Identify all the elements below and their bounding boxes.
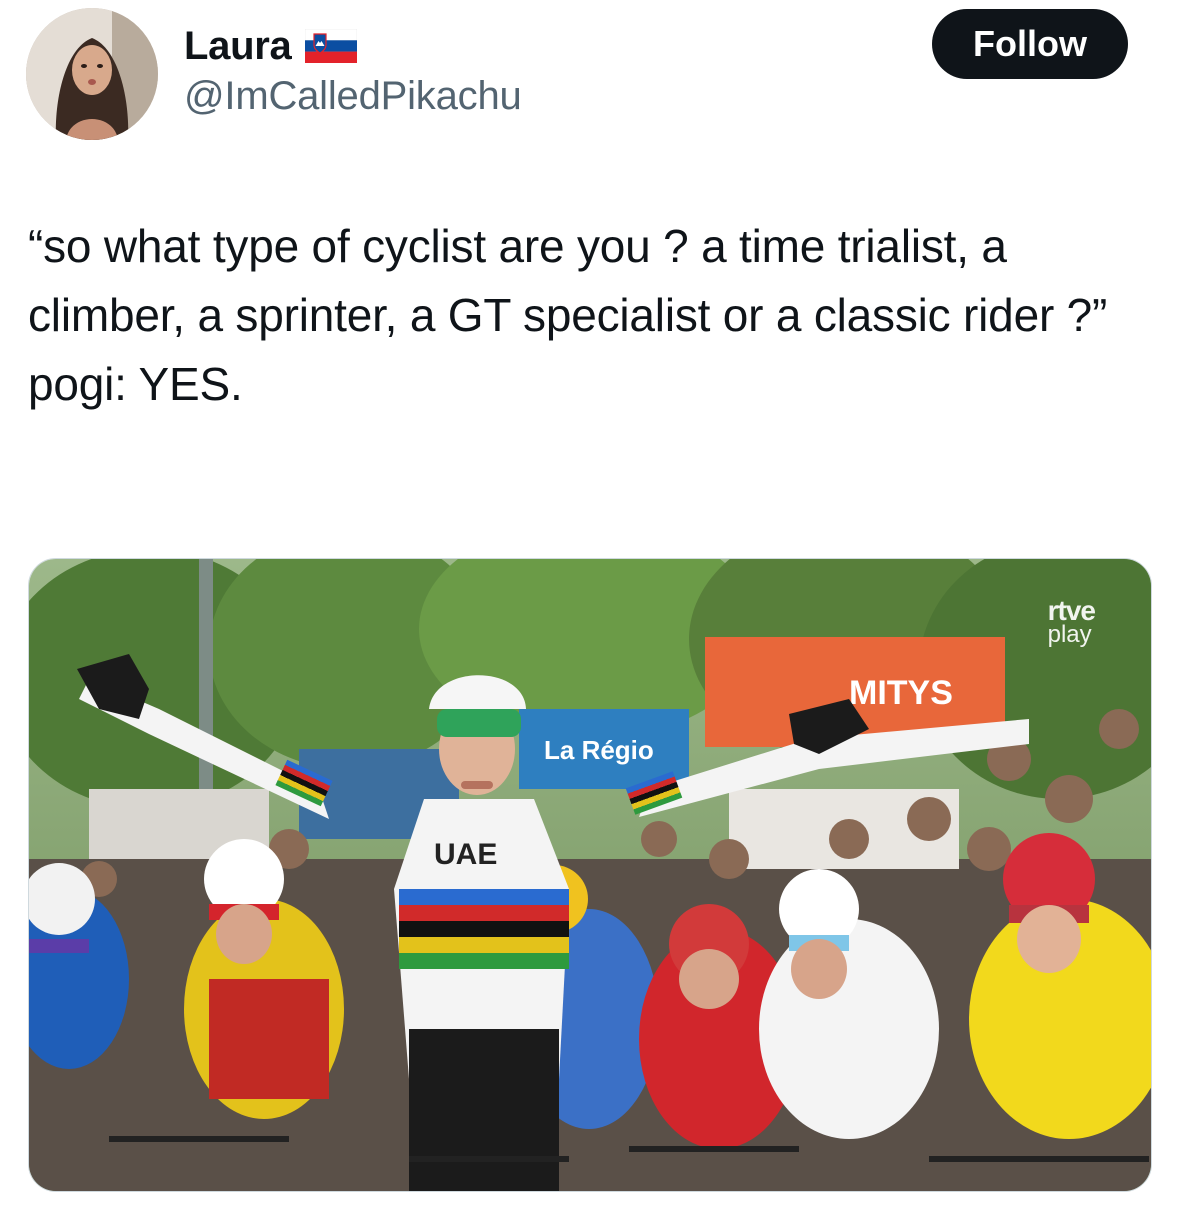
tweet-media-image[interactable]: La Régio MITYS UAE rtve play (28, 558, 1152, 1192)
rtve-play-watermark: rtve play (1047, 595, 1096, 648)
avatar-photo (26, 8, 158, 140)
slovenia-flag-icon (305, 29, 358, 63)
author-display-name[interactable]: Laura (184, 24, 292, 69)
author-handle[interactable]: @ImCalledPikachu (184, 74, 522, 119)
cycling-photo: La Régio MITYS UAE (29, 559, 1151, 1191)
author-name-row: Laura (184, 18, 358, 74)
banner-right-text: MITYS (849, 674, 953, 712)
avatar[interactable] (26, 8, 158, 140)
tweet-paragraph-answer: pogi: YES. (28, 358, 243, 410)
banner-left-text: La Régio (544, 735, 654, 765)
watermark-brand: rtve (1047, 595, 1096, 626)
tweet-paragraph-quote: “so what type of cyclist are you ? a tim… (28, 220, 1108, 341)
follow-button[interactable]: Follow (932, 9, 1128, 79)
watermark-sub: play (1047, 621, 1092, 648)
tweet-header: Laura @ImCalledPikachu Follow (0, 0, 1179, 150)
jersey-text: UAE (434, 838, 497, 871)
tweet-text: “so what type of cyclist are you ? a tim… (28, 212, 1158, 419)
